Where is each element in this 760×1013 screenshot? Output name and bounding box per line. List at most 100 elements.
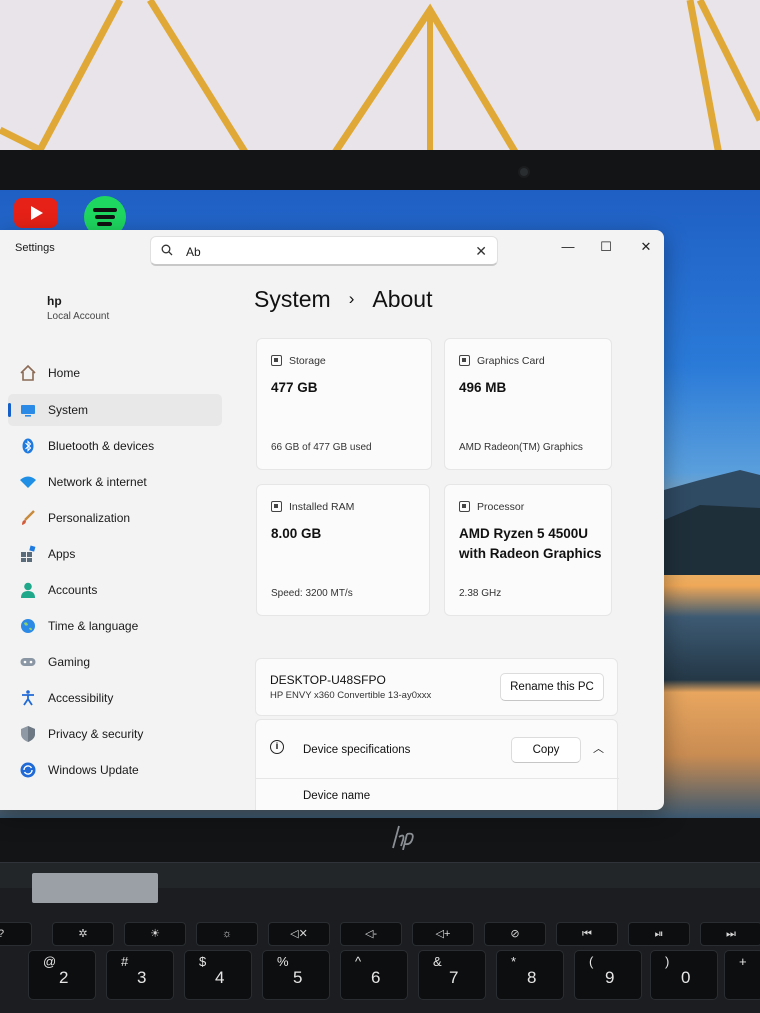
account-type: Local Account bbox=[47, 311, 110, 322]
function-key[interactable]: ☼ bbox=[196, 922, 258, 946]
storage-value: 477 GB bbox=[271, 380, 318, 395]
user-name: hp bbox=[47, 294, 62, 308]
wifi-icon bbox=[20, 476, 36, 488]
function-key[interactable]: ⏭ bbox=[700, 922, 760, 946]
key-shift-label: ( bbox=[589, 954, 594, 969]
sidebar-item-system[interactable]: System bbox=[8, 394, 222, 426]
graphics-name: AMD Radeon(TM) Graphics bbox=[459, 442, 583, 453]
processor-header: Processor bbox=[477, 501, 525, 513]
key-shift-label: ) bbox=[665, 954, 670, 969]
sidebar-item-home[interactable]: Home bbox=[8, 357, 222, 389]
key-main-label: 4 bbox=[215, 968, 225, 987]
hp-logo bbox=[390, 824, 418, 856]
sidebar-item-time-language[interactable]: Time & language bbox=[8, 610, 222, 642]
search-input[interactable]: Ab bbox=[186, 245, 201, 259]
key-main-label: 0 bbox=[681, 968, 691, 987]
breadcrumb-separator: › bbox=[348, 289, 355, 308]
key-4[interactable]: $4 bbox=[184, 950, 252, 1000]
key-main-label: 9 bbox=[605, 968, 615, 987]
key-shift-label: % bbox=[277, 954, 289, 969]
sidebar-item-privacy[interactable]: Privacy & security bbox=[8, 718, 222, 750]
storage-usage: 66 GB of 477 GB used bbox=[271, 442, 372, 453]
key-5[interactable]: % 5 bbox=[262, 950, 330, 1000]
function-key[interactable]: ✲ bbox=[52, 922, 114, 946]
graphics-card[interactable]: Graphics Card 496 MB AMD Radeon(TM) Grap… bbox=[444, 338, 612, 470]
graphics-header: Graphics Card bbox=[477, 355, 545, 367]
function-key[interactable]: ◁✕ bbox=[268, 922, 330, 946]
sidebar-item-label: Bluetooth & devices bbox=[48, 439, 155, 453]
processor-card[interactable]: Processor AMD Ryzen 5 4500U with Radeon … bbox=[444, 484, 612, 616]
ram-card[interactable]: Installed RAM 8.00 GB Speed: 3200 MT/s bbox=[256, 484, 430, 616]
sidebar-item-network[interactable]: Network & internet bbox=[8, 466, 222, 498]
wall-background bbox=[0, 0, 760, 160]
device-specifications-panel[interactable]: i Device specifications Copy ︿ Device na… bbox=[255, 719, 619, 810]
processor-line-1: AMD Ryzen 5 4500U bbox=[459, 526, 589, 541]
copy-button[interactable]: Copy bbox=[511, 737, 581, 763]
function-key[interactable]: ⏮ bbox=[556, 922, 618, 946]
function-key[interactable]: ⏯ bbox=[628, 922, 690, 946]
breadcrumb-parent[interactable]: System bbox=[254, 286, 331, 312]
sidebar-item-label: Network & internet bbox=[48, 475, 147, 489]
youtube-icon[interactable] bbox=[14, 198, 58, 228]
key-3[interactable]: #3 bbox=[106, 950, 174, 1000]
key-shift-label: * bbox=[511, 954, 517, 969]
function-key[interactable]: ◁- bbox=[340, 922, 402, 946]
key-0[interactable]: ) 0 bbox=[650, 950, 718, 1000]
storage-card[interactable]: Storage 477 GB 66 GB of 477 GB used bbox=[256, 338, 432, 470]
sidebar-item-accounts[interactable]: Accounts bbox=[8, 574, 222, 606]
key-main-label: 8 bbox=[527, 968, 537, 987]
pc-name: DESKTOP-U48SFPO bbox=[270, 673, 386, 687]
system-icon bbox=[21, 405, 35, 417]
bluetooth-icon bbox=[22, 438, 34, 454]
info-icon: i bbox=[270, 740, 284, 754]
gamepad-icon bbox=[20, 658, 36, 666]
sidebar-item-label: Apps bbox=[48, 547, 76, 561]
maximize-button[interactable]: ☐ bbox=[588, 236, 624, 258]
key-shift-label: & bbox=[433, 954, 442, 969]
function-key[interactable]: ? bbox=[0, 922, 32, 946]
rename-pc-button[interactable]: Rename this PC bbox=[500, 673, 604, 701]
home-icon bbox=[20, 364, 36, 381]
key-9[interactable]: (9 bbox=[574, 950, 642, 1000]
sidebar-item-personalization[interactable]: Personalization bbox=[8, 502, 222, 534]
pc-name-row: DESKTOP-U48SFPO HP ENVY x360 Convertible… bbox=[255, 658, 618, 716]
search-box[interactable]: Ab ✕ bbox=[150, 236, 498, 266]
sidebar-item-label: Time & language bbox=[48, 619, 139, 633]
key-minus[interactable]: + bbox=[724, 950, 760, 1000]
sidebar-item-windows-update[interactable]: Windows Update bbox=[8, 754, 222, 786]
sidebar-item-label: Windows Update bbox=[48, 763, 139, 777]
minimize-button[interactable]: — bbox=[550, 236, 586, 258]
page-title: About bbox=[372, 286, 433, 312]
window-title: Settings bbox=[15, 242, 55, 254]
sidebar-item-bluetooth[interactable]: Bluetooth & devices bbox=[8, 430, 222, 462]
function-key[interactable]: ◁+ bbox=[412, 922, 474, 946]
settings-window: Settings Ab ✕ — ☐ ✕ hp Local Account Hom… bbox=[0, 230, 664, 810]
device-name-label: Device name bbox=[303, 790, 371, 802]
key-main-label: 6 bbox=[371, 968, 381, 987]
graphics-value: 496 MB bbox=[459, 380, 507, 395]
sidebar-item-gaming[interactable]: Gaming bbox=[8, 646, 222, 678]
wall-pattern bbox=[0, 0, 760, 160]
key-main-label: 7 bbox=[449, 968, 459, 987]
hp-logo-mark bbox=[392, 825, 414, 851]
sidebar-item-accessibility[interactable]: Accessibility bbox=[8, 682, 222, 714]
key-6[interactable]: ^ 6 bbox=[340, 950, 408, 1000]
brush-icon bbox=[22, 510, 35, 525]
sidebar-item-label: Privacy & security bbox=[48, 727, 144, 741]
key-main-label: 3 bbox=[137, 968, 147, 987]
processor-speed: 2.38 GHz bbox=[459, 588, 502, 599]
key-8[interactable]: * 8 bbox=[496, 950, 564, 1000]
key-2[interactable]: @2 bbox=[28, 950, 96, 1000]
shield-icon bbox=[21, 726, 35, 742]
close-button[interactable]: ✕ bbox=[628, 236, 664, 258]
function-key[interactable]: ⊘ bbox=[484, 922, 546, 946]
sidebar-item-apps[interactable]: Apps bbox=[8, 538, 222, 570]
chevron-up-icon[interactable]: ︿ bbox=[593, 740, 604, 756]
clear-search-icon[interactable]: ✕ bbox=[475, 243, 487, 260]
sidebar-item-label: Home bbox=[48, 366, 81, 380]
device-specifications-title: Device specifications bbox=[303, 744, 411, 756]
key-7[interactable]: & 7 bbox=[418, 950, 486, 1000]
function-key[interactable]: ☀ bbox=[124, 922, 186, 946]
breadcrumb: System › About bbox=[254, 286, 432, 313]
ram-header: Installed RAM bbox=[289, 501, 355, 513]
